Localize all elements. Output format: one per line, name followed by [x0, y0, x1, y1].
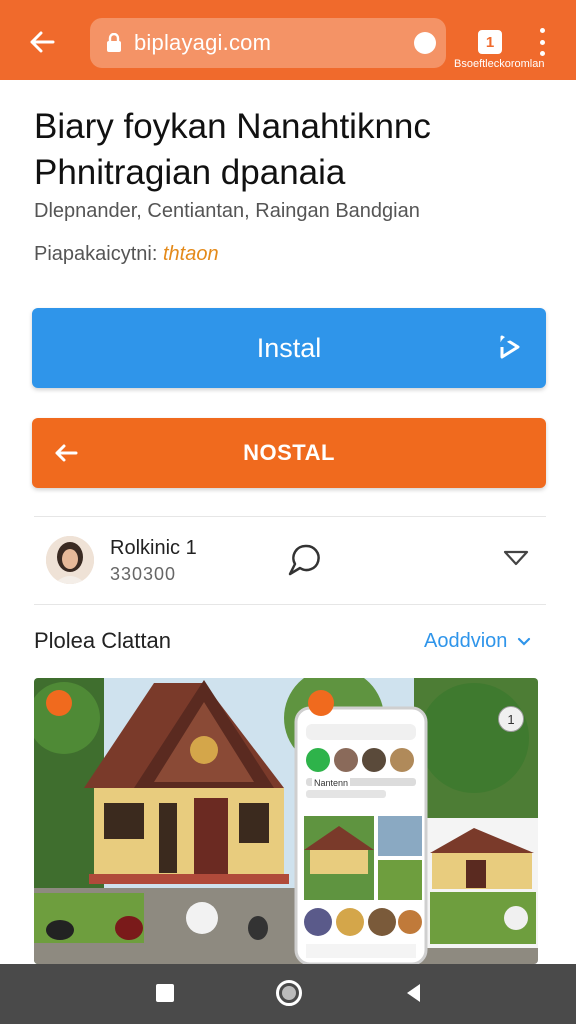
recents-icon[interactable]: [156, 984, 174, 1002]
app-screenshot[interactable]: 1 Nantenn: [34, 678, 538, 964]
install-button[interactable]: Instal: [32, 308, 546, 388]
developer-name[interactable]: Rolkinic 1: [110, 537, 197, 560]
app-title: Biary foykan Nanahtiknnc Phnitragian dpa…: [34, 104, 554, 196]
tabs-button[interactable]: 1: [478, 30, 502, 54]
comment-icon[interactable]: [284, 540, 324, 580]
divider: [34, 516, 546, 517]
more-vert-icon[interactable]: [534, 28, 550, 56]
back-triangle-icon[interactable]: [404, 982, 422, 1004]
app-meta: Piapakaicytni: thtaon: [34, 243, 219, 266]
avatar[interactable]: [46, 536, 94, 584]
section-title: Plolea Clattan: [34, 628, 171, 653]
share-icon: [499, 335, 520, 359]
arrow-left-icon: [55, 444, 78, 462]
system-nav-bar: [0, 964, 576, 1024]
nostal-button[interactable]: NOSTAL: [32, 418, 546, 488]
app-title-line2: Phnitragian dpanaia: [34, 153, 346, 192]
address-bar[interactable]: biplayagi.com: [90, 18, 446, 68]
screenshot-number-badge: 1: [498, 706, 524, 732]
screenshot-badge: [46, 690, 72, 716]
screenshot-badge: [308, 690, 334, 716]
reload-icon[interactable]: [414, 32, 436, 54]
screenshot-app-label: Nantenn: [312, 778, 351, 788]
meta-label: Piapakaicytni:: [34, 243, 163, 265]
meta-value[interactable]: thtaon: [163, 243, 219, 265]
arrow-left-icon: [30, 31, 55, 53]
lock-icon: [107, 33, 121, 52]
developer-count: 330300: [110, 564, 177, 584]
chevron-down-icon[interactable]: [502, 548, 530, 568]
app-title-line1: Biary foykan Nanahtiknnc: [34, 107, 431, 146]
divider: [34, 604, 546, 605]
install-label: Instal: [256, 332, 322, 363]
section-link[interactable]: Aoddvion: [424, 630, 531, 653]
screenshot-illustration: [34, 678, 538, 964]
chevron-down-icon: [517, 637, 531, 646]
avatar-image: [46, 536, 94, 584]
section-link-label: Aoddvion: [424, 630, 508, 652]
toolbar-caption: Bsoeftleckoromlan: [454, 58, 545, 70]
back-button[interactable]: [22, 22, 62, 62]
url-text: biplayagi.com: [134, 30, 272, 55]
browser-toolbar: biplayagi.com 1 Bsoeftleckoromlan: [0, 0, 576, 80]
nostal-label: NOSTAL: [243, 440, 335, 465]
home-icon[interactable]: [276, 980, 302, 1006]
app-subtitle: Dlepnander, Centiantan, Raingan Bandgian: [34, 200, 420, 222]
